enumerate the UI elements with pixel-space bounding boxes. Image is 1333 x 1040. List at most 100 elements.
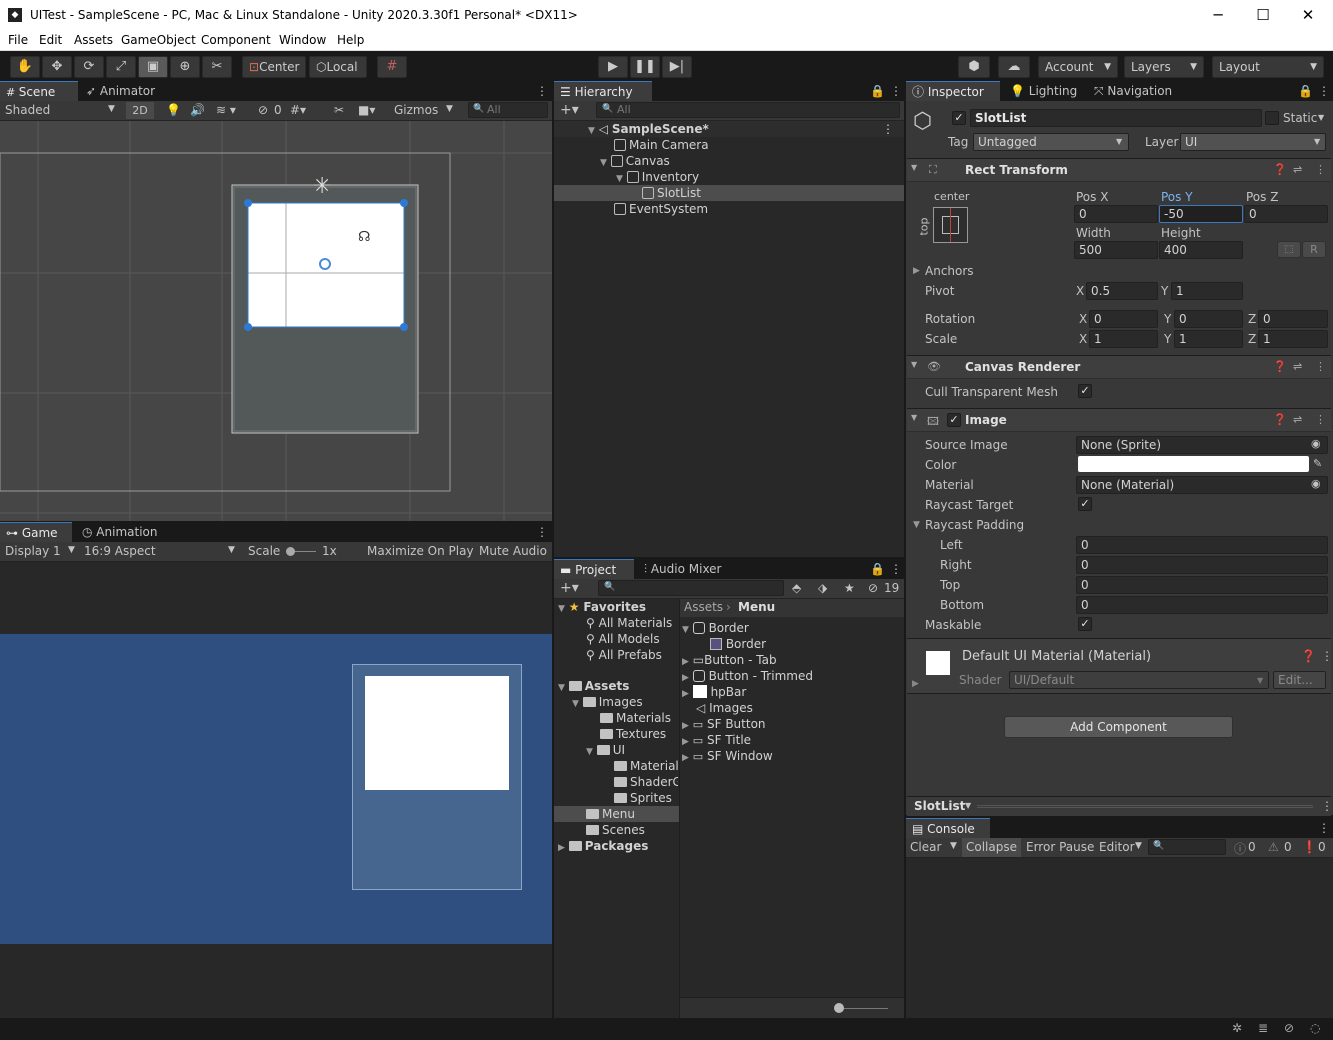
color-swatch[interactable] bbox=[1078, 456, 1309, 472]
raycast-padding-foldout[interactable]: Raycast Padding bbox=[925, 518, 1024, 532]
menu-component[interactable]: Component bbox=[201, 33, 271, 47]
maximize-button[interactable]: ☐ bbox=[1240, 4, 1286, 26]
scale-x-field[interactable]: 1 bbox=[1089, 330, 1158, 348]
asset-button-trimmed[interactable]: ▶ Button - Trimmed bbox=[682, 668, 813, 684]
breadcrumb-assets[interactable]: Assets bbox=[684, 600, 723, 614]
auto-generate-lighting-icon[interactable]: ⊘ bbox=[1284, 1021, 1294, 1035]
tab-inspector[interactable]: ⓘ Inspector bbox=[906, 81, 1000, 101]
cull-checkbox[interactable]: ✓ bbox=[1078, 384, 1092, 398]
collapse-toggle[interactable]: Collapse bbox=[962, 838, 1021, 857]
breadcrumb-menu[interactable]: Menu bbox=[738, 600, 775, 614]
help-icon[interactable]: ❓ bbox=[1273, 413, 1287, 426]
rotate-tool-icon[interactable]: ⟳ bbox=[74, 56, 104, 78]
error-pause-toggle[interactable]: Error Pause bbox=[1026, 840, 1094, 854]
tab-console[interactable]: ▤ Console bbox=[906, 818, 990, 838]
pivot-local-button[interactable]: ⬡Local bbox=[309, 56, 367, 78]
hidden-objects-icon[interactable]: ⊘ bbox=[258, 103, 268, 117]
pivot-y-field[interactable]: 1 bbox=[1171, 282, 1243, 300]
blueprint-mode-button[interactable]: ⬚ bbox=[1277, 241, 1301, 258]
image-enabled-checkbox[interactable]: ✓ bbox=[947, 413, 961, 427]
help-icon[interactable]: ❓ bbox=[1273, 163, 1287, 176]
padding-left-field[interactable]: 0 bbox=[1076, 536, 1328, 554]
asset-hpbar[interactable]: ▶ hpBar bbox=[682, 684, 746, 700]
collab-icon[interactable]: ⬢ bbox=[958, 56, 990, 78]
tab-project[interactable]: ▬ Project bbox=[554, 559, 634, 579]
preset-icon[interactable]: ⇌ bbox=[1293, 360, 1302, 373]
maskable-checkbox[interactable]: ✓ bbox=[1078, 617, 1092, 631]
anchor-preset-button[interactable] bbox=[933, 207, 968, 243]
step-button[interactable]: ▶| bbox=[662, 56, 692, 78]
tree-favorites[interactable]: ▼ ★ Favorites bbox=[558, 599, 646, 615]
scene-menu-icon[interactable]: ⋮ bbox=[882, 121, 894, 137]
close-button[interactable]: ✕ bbox=[1285, 4, 1331, 26]
clear-button[interactable]: Clear bbox=[910, 840, 941, 854]
pivot-x-field[interactable]: 0.5 bbox=[1086, 282, 1158, 300]
raw-edit-button[interactable]: R bbox=[1302, 241, 1326, 258]
play-button[interactable]: ▶ bbox=[598, 56, 628, 78]
effects-toggle-icon[interactable]: ≋ ▾ bbox=[216, 103, 236, 117]
transform-tool-icon[interactable]: ⊕ bbox=[170, 56, 200, 78]
padding-top-field[interactable]: 0 bbox=[1076, 576, 1328, 594]
editor-dropdown[interactable]: Editor bbox=[1099, 840, 1135, 854]
height-field[interactable]: 400 bbox=[1159, 241, 1243, 259]
asset-sf-title[interactable]: ▶ ▭ SF Title bbox=[682, 732, 751, 748]
pos-z-field[interactable]: 0 bbox=[1244, 205, 1328, 223]
tree-item-main-camera[interactable]: Main Camera bbox=[614, 137, 709, 153]
eyedropper-icon[interactable]: ✎ bbox=[1313, 457, 1322, 470]
aspect-dropdown[interactable]: 16:9 Aspect bbox=[84, 544, 156, 558]
tools-icon[interactable]: ✂ bbox=[334, 103, 344, 117]
tree-item-scene[interactable]: ▼ ◁ SampleScene* ⋮ bbox=[554, 121, 904, 137]
layers-dropdown[interactable]: Layers ▼ bbox=[1124, 56, 1204, 78]
canvas-renderer-header[interactable]: ▼ 👁 Canvas Renderer ❓ ⇌ ⋮ bbox=[907, 355, 1331, 379]
tree-packages[interactable]: ▶ Packages bbox=[558, 838, 648, 854]
object-name-field[interactable]: SlotList bbox=[970, 109, 1262, 127]
menu-help[interactable]: Help bbox=[337, 33, 364, 47]
camera-icon[interactable]: ■▾ bbox=[358, 103, 375, 117]
component-menu-icon[interactable]: ⋮ bbox=[1321, 649, 1333, 663]
mute-audio-toggle[interactable]: Mute Audio bbox=[479, 544, 547, 558]
pos-x-field[interactable]: 0 bbox=[1074, 205, 1158, 223]
padding-bottom-field[interactable]: 0 bbox=[1076, 596, 1328, 614]
icon-size-slider[interactable] bbox=[840, 1008, 888, 1009]
rot-x-field[interactable]: 0 bbox=[1089, 310, 1158, 328]
tree-item-canvas[interactable]: ▼ Canvas bbox=[600, 153, 670, 169]
asset-border-sprite[interactable]: Border bbox=[710, 636, 766, 652]
pos-y-field[interactable]: -50 bbox=[1159, 205, 1243, 223]
panel-menu-icon[interactable]: ⋮ bbox=[1312, 81, 1333, 101]
tree-item-inventory[interactable]: ▼ Inventory bbox=[616, 169, 699, 185]
raycast-target-checkbox[interactable]: ✓ bbox=[1078, 497, 1092, 511]
tree-menu[interactable]: Menu bbox=[554, 806, 679, 822]
layout-dropdown[interactable]: Layout ▼ bbox=[1212, 56, 1324, 78]
asset-sf-button[interactable]: ▶ ▭ SF Button bbox=[682, 716, 766, 732]
shading-mode-dropdown[interactable]: Shaded bbox=[5, 103, 50, 117]
gizmos-dropdown[interactable]: Gizmos bbox=[394, 103, 438, 117]
tab-hierarchy[interactable]: ☰ Hierarchy bbox=[554, 81, 652, 101]
width-field[interactable]: 500 bbox=[1074, 241, 1158, 259]
icon-size-slider-handle[interactable] bbox=[834, 1003, 844, 1013]
tree-assets[interactable]: ▼ Assets bbox=[558, 678, 629, 694]
object-picker-icon[interactable]: ◉ bbox=[1311, 477, 1321, 490]
rect-transform-header[interactable]: ▼ ⛶ Rect Transform ❓ ⇌ ⋮ bbox=[907, 158, 1331, 182]
cache-server-icon[interactable]: ≣ bbox=[1258, 1021, 1268, 1035]
pause-button[interactable]: ❚❚ bbox=[630, 56, 660, 78]
component-menu-icon[interactable]: ⋮ bbox=[1315, 413, 1326, 426]
asset-images-scene[interactable]: ◁ Images bbox=[696, 700, 753, 716]
tree-textures[interactable]: Textures bbox=[600, 726, 666, 742]
create-icon[interactable]: +▾ bbox=[560, 580, 579, 596]
error-icon[interactable]: ❗ bbox=[1302, 840, 1317, 854]
fav-all-prefabs[interactable]: ⚲ All Prefabs bbox=[586, 647, 662, 663]
preview-menu-icon[interactable]: ⋮ bbox=[1321, 799, 1333, 813]
scale-z-field[interactable]: 1 bbox=[1258, 330, 1328, 348]
padding-right-field[interactable]: 0 bbox=[1076, 556, 1328, 574]
tab-lighting[interactable]: 💡 Lighting bbox=[1004, 81, 1083, 101]
rot-z-field[interactable]: 0 bbox=[1258, 310, 1328, 328]
cloud-icon[interactable]: ☁ bbox=[998, 56, 1030, 78]
grid-snap-icon[interactable]: # bbox=[377, 56, 407, 78]
maximize-on-play-toggle[interactable]: Maximize On Play bbox=[367, 544, 474, 558]
tag-dropdown[interactable]: Untagged bbox=[973, 133, 1129, 151]
hierarchy-search-input[interactable]: All bbox=[596, 102, 900, 118]
tree-ui[interactable]: ▼ UI bbox=[586, 742, 625, 758]
panel-menu-icon[interactable]: ⋮ bbox=[884, 559, 908, 579]
filter-type-icon[interactable]: ⬘ bbox=[792, 581, 801, 595]
hidden-packages-icon[interactable]: ⊘ bbox=[868, 581, 878, 595]
